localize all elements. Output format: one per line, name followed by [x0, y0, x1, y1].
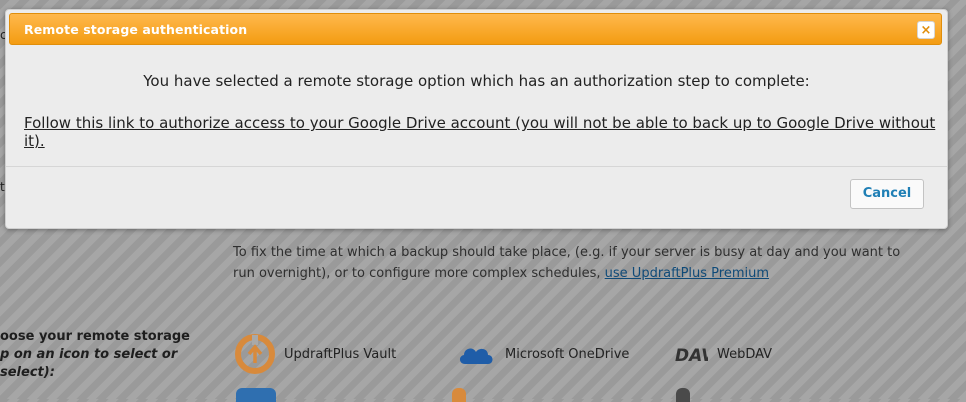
storage-option-label: Microsoft OneDrive	[505, 346, 630, 362]
storage-option-onedrive[interactable]: Microsoft OneDrive	[455, 333, 629, 375]
storage-icon-partial	[236, 388, 276, 402]
svg-text:DAV: DAV	[675, 346, 708, 366]
storage-option-webdav[interactable]: DAV WebDAV	[673, 333, 772, 375]
remote-storage-label-line3: select):	[0, 365, 55, 380]
google-drive-authorize-link[interactable]: Follow this link to authorize access to …	[24, 114, 947, 150]
authorization-message: You have selected a remote storage optio…	[143, 72, 810, 90]
edge-text-fragment: t	[0, 180, 5, 194]
storage-icon-partial	[452, 388, 466, 402]
remote-storage-label: oose your remote storage p on an icon to…	[0, 328, 190, 382]
cancel-button[interactable]: Cancel	[850, 179, 924, 209]
dialog-titlebar: Remote storage authentication ×	[9, 13, 942, 45]
storage-option-label: UpdraftPlus Vault	[284, 346, 397, 362]
storage-icon-partial	[676, 388, 690, 402]
close-icon: ×	[920, 22, 932, 38]
webdav-icon: DAV	[673, 333, 709, 375]
dialog-divider	[6, 166, 947, 167]
remote-storage-label-line1: oose your remote storage	[0, 329, 190, 344]
storage-option-label: WebDAV	[717, 346, 773, 362]
storage-option-updraftplus-vault[interactable]: UpdraftPlus Vault	[234, 333, 396, 375]
dialog-title: Remote storage authentication	[24, 22, 248, 37]
schedule-help-body: To fix the time at which a backup should…	[233, 245, 901, 281]
updraftplus-premium-link[interactable]: use UpdraftPlus Premium	[605, 266, 769, 281]
updraftplus-vault-icon	[234, 333, 276, 375]
remote-storage-auth-dialog: Remote storage authentication × You have…	[5, 9, 948, 229]
remote-storage-label-line2: p on an icon to select or	[0, 347, 178, 362]
onedrive-cloud-icon	[455, 333, 497, 375]
close-button[interactable]: ×	[917, 21, 935, 39]
schedule-help-text: To fix the time at which a backup should…	[233, 242, 913, 284]
